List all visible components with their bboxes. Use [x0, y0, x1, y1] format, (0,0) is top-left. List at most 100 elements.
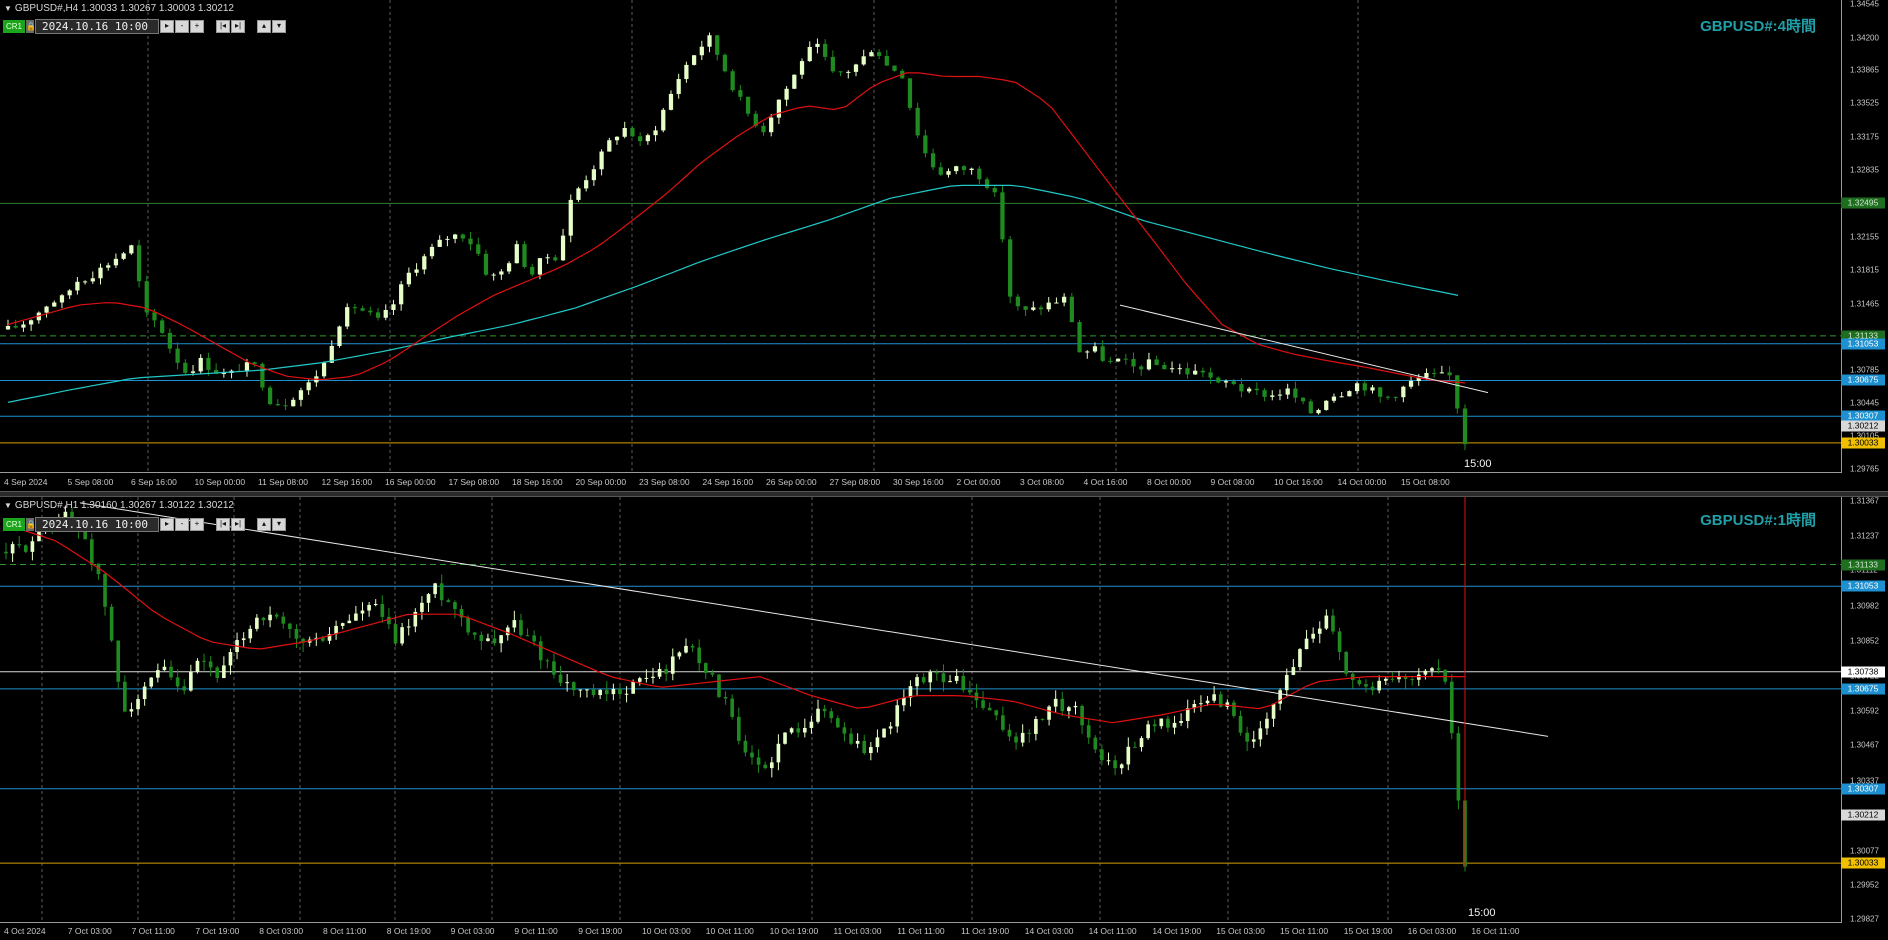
candlestick-chart-h1[interactable] — [0, 497, 1842, 923]
candle-body — [994, 710, 999, 716]
candle-body — [1410, 679, 1415, 681]
candle-body — [875, 737, 880, 748]
plus-button[interactable]: + — [190, 20, 205, 33]
candle-body — [354, 613, 358, 621]
candle-body — [352, 307, 358, 309]
candle-body — [1364, 684, 1368, 687]
candle-body — [1304, 638, 1309, 650]
candle-body — [98, 267, 103, 279]
candle-body — [228, 652, 233, 666]
time-axis-label: 9 Oct 03:00 — [450, 926, 495, 936]
jump-end-button[interactable]: ▸| — [231, 20, 246, 33]
candle-body — [1073, 705, 1078, 708]
candle-body — [707, 35, 712, 47]
candle-body — [532, 635, 536, 642]
lock-icon[interactable]: 🔒 — [26, 518, 36, 531]
time-axis-label: 9 Oct 19:00 — [578, 926, 623, 936]
time-marker-label: 15:00 — [1464, 458, 1492, 470]
candle-body — [368, 310, 373, 313]
price-axis-h4[interactable]: 1.34545 1.34200 1.33865 1.33525 1.33175 1.328… — [1846, 0, 1888, 474]
candle-body — [607, 140, 612, 152]
candle-body — [208, 661, 213, 668]
candle-body — [1401, 386, 1406, 398]
candle-body — [195, 660, 200, 672]
jump-start-button[interactable]: |◂ — [216, 518, 231, 531]
candle-body — [1370, 387, 1375, 391]
candle-body — [453, 602, 457, 610]
minus-button[interactable]: - — [175, 20, 190, 33]
candle-body — [895, 705, 900, 727]
candle-body — [468, 238, 473, 245]
moving-average-fast — [7, 72, 1466, 384]
play-button[interactable]: ▸ — [160, 20, 175, 33]
candle-body — [815, 43, 820, 47]
time-axis-label: 10 Oct 16:00 — [1274, 477, 1323, 487]
time-axis-label: 24 Sep 16:00 — [702, 477, 754, 487]
time-axis-label: 11 Sep 08:00 — [258, 477, 308, 487]
candle-body — [1146, 724, 1150, 739]
candle-body — [519, 620, 523, 636]
time-axis-label: 17 Sep 08:00 — [448, 477, 500, 487]
plus-button[interactable]: + — [190, 518, 205, 531]
candle-body — [637, 678, 642, 682]
candle-body — [90, 539, 94, 564]
candle-body — [21, 324, 26, 328]
datetime-field[interactable]: 2024.10.16 10:00 — [35, 19, 160, 34]
cr-badge[interactable]: CR1 — [3, 20, 26, 33]
candle-body — [961, 676, 966, 691]
scroll-down-button[interactable]: ▾ — [272, 20, 287, 33]
scroll-up-button[interactable]: ▴ — [257, 518, 272, 531]
candle-body — [938, 167, 943, 175]
candle-body — [1403, 676, 1408, 680]
cr-badge[interactable]: CR1 — [3, 518, 26, 531]
jump-start-button[interactable]: |◂ — [216, 20, 231, 33]
candle-body — [472, 632, 477, 635]
scroll-down-button[interactable]: ▾ — [272, 518, 287, 531]
candle-body — [182, 686, 187, 691]
scroll-up-button[interactable]: ▴ — [257, 20, 272, 33]
candle-body — [241, 638, 246, 641]
time-axis-h4[interactable]: 4 Sep 2024 5 Sep 08:00 6 Sep 16:00 10 Sep 0… — [0, 475, 1842, 491]
price-axis-label: 1.30467 — [1850, 740, 1879, 750]
candle-body — [855, 740, 860, 744]
price-axis-label: 1.32155 — [1850, 232, 1879, 241]
candle-body — [1154, 359, 1159, 365]
candle-body — [152, 312, 157, 321]
candle-body — [538, 641, 543, 661]
datetime-field[interactable]: 2024.10.16 10:00 — [35, 517, 160, 532]
candle-body — [691, 55, 697, 65]
candle-body — [928, 672, 933, 683]
candle-body — [599, 151, 604, 170]
candle-body — [876, 52, 882, 56]
minus-button[interactable]: - — [175, 518, 190, 531]
lock-icon[interactable]: 🔒 — [26, 20, 36, 33]
candle-body — [1408, 380, 1414, 387]
candle-body — [783, 732, 787, 744]
candlestick-chart-h4[interactable] — [0, 0, 1842, 473]
chart-window-h1[interactable]: ▼ GBPUSD#,H1 1.30160 1.30267 1.30122 1.30… — [0, 497, 1888, 936]
plot-area-h1[interactable] — [0, 497, 1842, 923]
candle-body — [992, 187, 997, 193]
jump-end-button[interactable]: ▸| — [231, 518, 246, 531]
collapse-arrow-icon[interactable]: ▼ — [4, 501, 12, 510]
candle-body — [383, 310, 388, 318]
price-tag-blue: 1.31053 — [1841, 338, 1885, 350]
candle-body — [776, 99, 782, 118]
chart-window-h4[interactable]: ▼ GBPUSD#,H4 1.30033 1.30267 1.30003 1.30… — [0, 0, 1888, 491]
candle-body — [1370, 686, 1375, 691]
collapse-arrow-icon[interactable]: ▼ — [4, 4, 12, 13]
candle-body — [90, 278, 95, 282]
candle-body — [565, 682, 569, 684]
candle-body — [1311, 633, 1315, 639]
plot-area-h4[interactable] — [0, 0, 1842, 473]
time-axis-h1[interactable]: 4 Oct 2024 7 Oct 03:00 7 Oct 11:00 7 Oct 19… — [0, 924, 1842, 940]
candle-body — [981, 700, 985, 708]
play-button[interactable]: ▸ — [160, 518, 175, 531]
candle-body — [591, 689, 596, 696]
candle-body — [4, 551, 8, 554]
candle-body — [103, 574, 107, 607]
candle-body — [522, 244, 527, 267]
candle-body — [884, 55, 889, 66]
candle-body — [690, 645, 695, 648]
candle-body — [1053, 698, 1058, 707]
